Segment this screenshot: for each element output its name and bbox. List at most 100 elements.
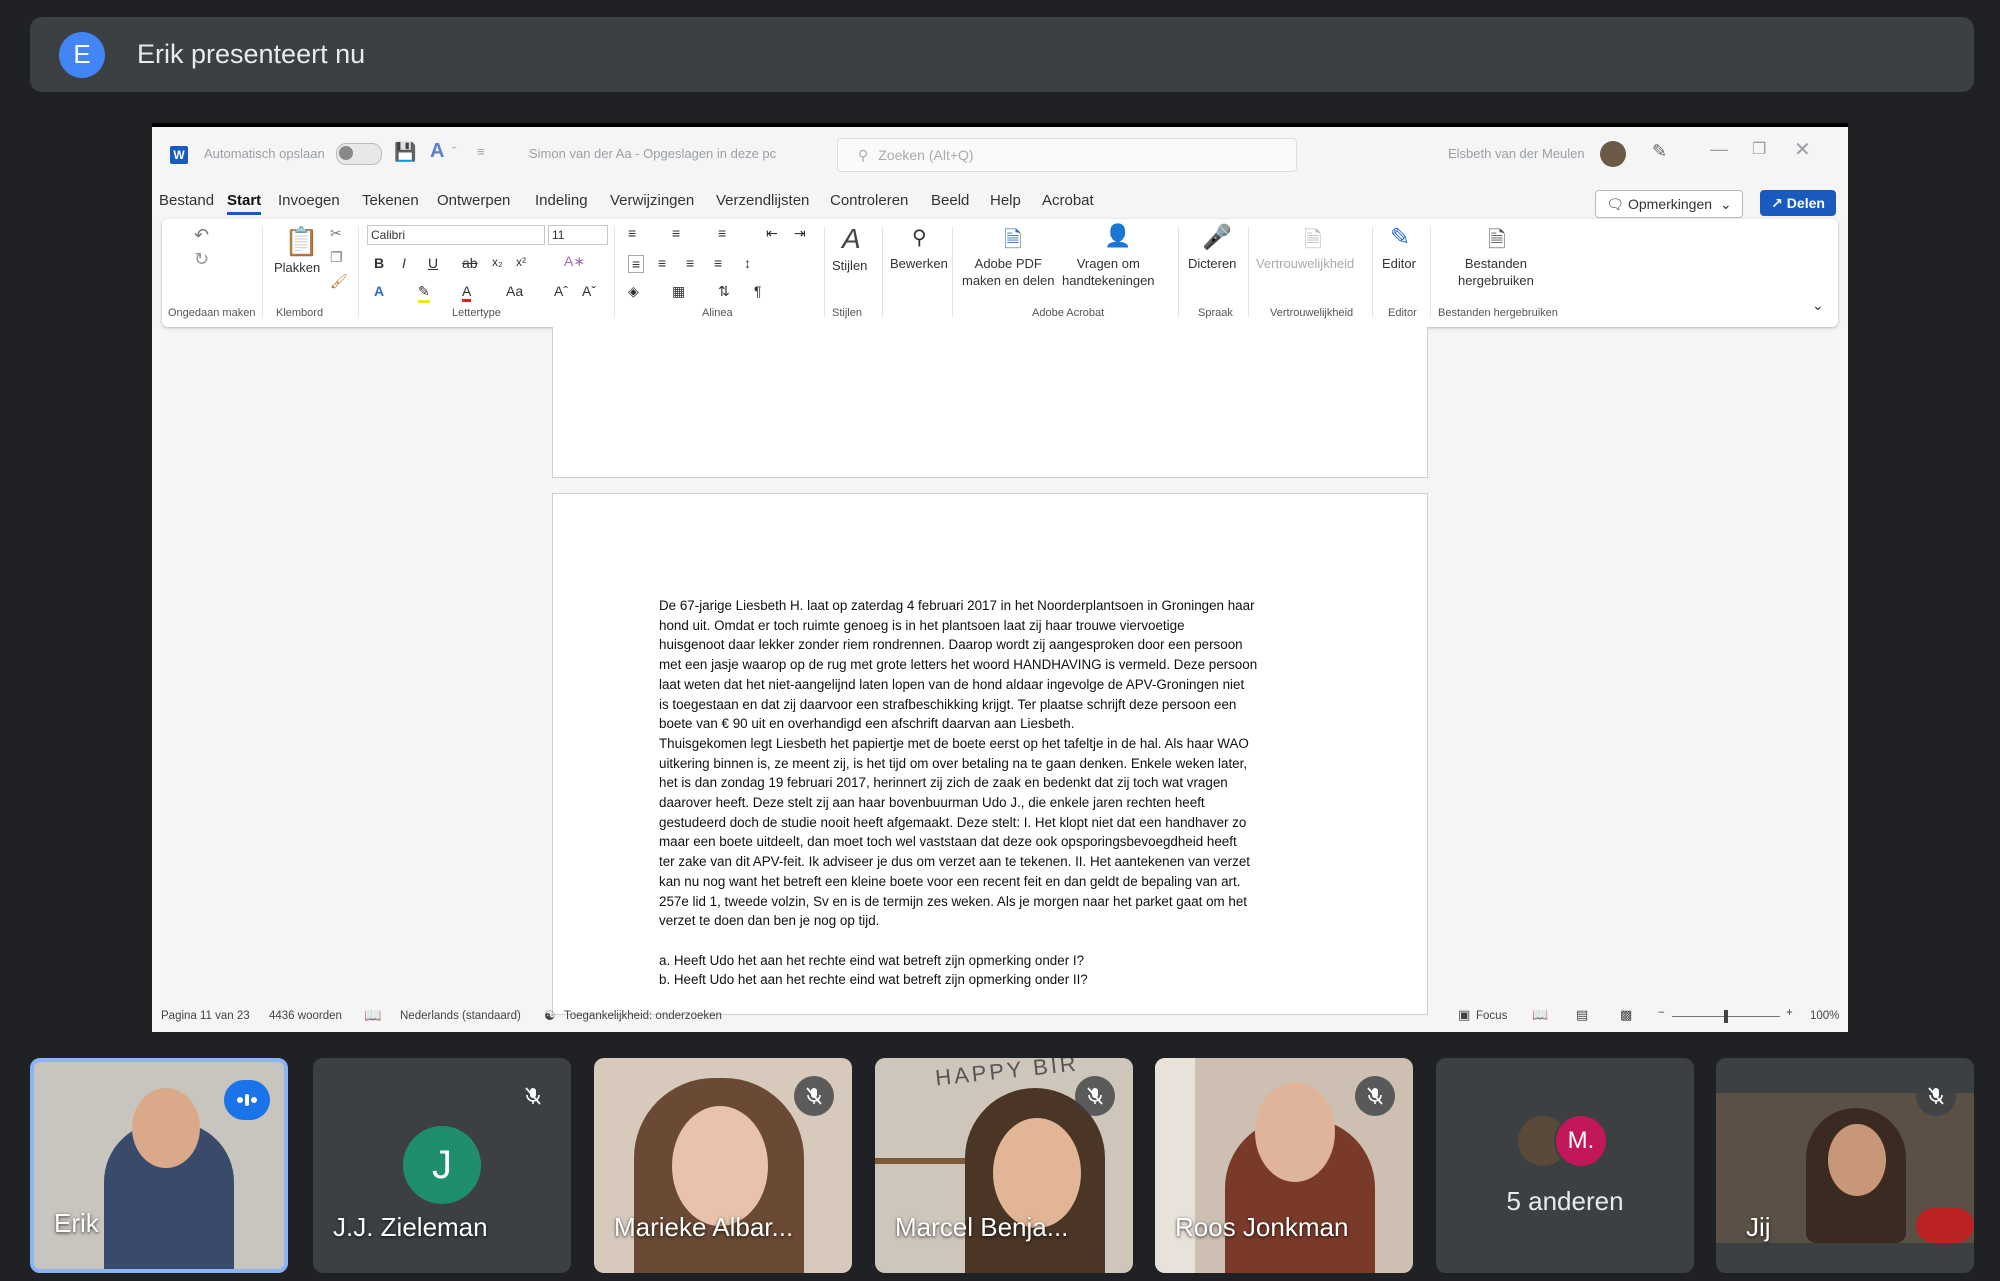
borders-icon[interactable]: ▦ (672, 283, 685, 300)
edit-label[interactable]: Bewerken (890, 255, 948, 272)
accessibility-icon[interactable]: ☯ (544, 1008, 556, 1024)
show-marks-icon[interactable]: ¶ (754, 283, 762, 299)
paste-label[interactable]: Plakken (274, 259, 320, 276)
shading-icon[interactable]: ◈ (628, 283, 639, 300)
text-effects-icon[interactable]: A (374, 283, 384, 299)
cut-icon[interactable]: ✂ (330, 225, 342, 242)
doc-line: kan nu nog want het betreft een kleine b… (659, 873, 1241, 889)
align-center-icon[interactable]: ≡ (658, 255, 666, 271)
autosave-toggle[interactable] (336, 143, 382, 165)
collapse-ribbon-icon[interactable]: ⌄ (1812, 297, 1824, 314)
bold-icon[interactable]: B (374, 255, 384, 271)
strikethrough-icon[interactable]: ab (462, 255, 478, 271)
save-icon[interactable]: 💾 (394, 142, 416, 163)
word-count[interactable]: 4436 woorden (269, 1010, 342, 1022)
tab-verwijzingen[interactable]: Verwijzingen (610, 192, 694, 209)
participant-tile-marieke[interactable]: Marieke Albar... (594, 1058, 852, 1273)
editor-icon[interactable]: ✎ (1390, 223, 1410, 252)
multilevel-list-icon[interactable]: ≡ (718, 225, 726, 241)
dictate-label[interactable]: Dicteren (1188, 255, 1236, 272)
close-icon[interactable]: ✕ (1794, 137, 1811, 162)
user-avatar[interactable] (1600, 141, 1626, 167)
focus-label[interactable]: Focus (1476, 1010, 1507, 1022)
tab-ontwerpen[interactable]: Ontwerpen (437, 192, 510, 209)
participant-tile-marcel[interactable]: HAPPY BIR Marcel Benja... (875, 1058, 1133, 1273)
superscript-icon[interactable]: x² (516, 255, 526, 269)
shrink-font-icon[interactable]: Aˇ (582, 283, 596, 299)
font-size-select[interactable]: 11 (548, 225, 608, 245)
tab-invoegen[interactable]: Invoegen (278, 192, 340, 209)
participant-tile-erik[interactable]: Erik (30, 1058, 288, 1273)
sort-icon[interactable]: ⇅ (718, 283, 730, 300)
clear-formatting-icon[interactable]: A∗ (564, 253, 585, 270)
customize-qat-icon[interactable]: ˇ (452, 144, 456, 159)
tab-acrobat[interactable]: Acrobat (1042, 192, 1094, 209)
focus-icon[interactable]: ▣ (1458, 1007, 1470, 1023)
subscript-icon[interactable]: x₂ (492, 255, 503, 269)
share-button[interactable]: ↗ Delen (1760, 190, 1836, 216)
page-count[interactable]: Pagina 11 van 23 (161, 1010, 250, 1022)
web-layout-icon[interactable]: ▩ (1620, 1007, 1632, 1023)
paste-icon[interactable]: 📋 (284, 225, 319, 258)
pen-icon[interactable]: ✎ (1652, 141, 1667, 162)
proofing-icon[interactable]: 📖 (364, 1007, 381, 1024)
participant-tile-others[interactable]: M. 5 anderen (1436, 1058, 1694, 1273)
participant-tile-zieleman[interactable]: J J.J. Zieleman (313, 1058, 571, 1273)
styles-icon[interactable]: A (842, 223, 861, 255)
tab-beeld[interactable]: Beeld (931, 192, 969, 209)
restore-icon[interactable]: ❐ (1752, 139, 1766, 159)
grow-font-icon[interactable]: Aˆ (554, 283, 568, 299)
font-color-icon[interactable]: A (462, 283, 472, 302)
decrease-indent-icon[interactable]: ⇤ (766, 225, 778, 242)
adobe-pdf-button[interactable]: Adobe PDF maken en delen (962, 255, 1055, 289)
copy-icon[interactable]: ❐ (330, 249, 343, 266)
redo-icon[interactable]: ↻ (194, 249, 209, 270)
tab-controleren[interactable]: Controleren (830, 192, 908, 209)
text-effects-icon[interactable]: A (430, 140, 444, 163)
reuse-files-button[interactable]: Bestanden hergebruiken (1458, 255, 1534, 289)
numbering-icon[interactable]: ≡ (672, 225, 680, 241)
user-name[interactable]: Elsbeth van der Meulen (1448, 146, 1585, 161)
highlight-icon[interactable]: ✎ (418, 283, 430, 303)
tab-bestand[interactable]: Bestand (159, 192, 214, 209)
participant-tile-roos[interactable]: Roos Jonkman (1155, 1058, 1413, 1273)
microphone-icon[interactable]: 🎤 (1202, 223, 1232, 252)
line-spacing-icon[interactable]: ↕ (744, 255, 751, 271)
tab-indeling[interactable]: Indeling (535, 192, 588, 209)
document-title[interactable]: Simon van der Aa - Opgeslagen in deze pc (529, 146, 776, 161)
search-box[interactable]: ⚲ Zoeken (Alt+Q) (837, 138, 1297, 172)
align-right-icon[interactable]: ≡ (686, 255, 694, 271)
tab-tekenen[interactable]: Tekenen (362, 192, 419, 209)
styles-label[interactable]: Stijlen (832, 257, 867, 274)
font-name-select[interactable]: Calibri (367, 225, 545, 245)
accessibility-status[interactable]: Toegankelijkheid: onderzoeken (564, 1010, 722, 1022)
tab-help[interactable]: Help (990, 192, 1021, 209)
find-icon[interactable]: ⚲ (912, 225, 927, 250)
minimize-icon[interactable]: — (1710, 139, 1728, 160)
signatures-button[interactable]: Vragen om handtekeningen (1062, 255, 1155, 289)
change-case-icon[interactable]: Aa (506, 283, 523, 299)
read-mode-icon[interactable]: 📖 (1532, 1007, 1548, 1023)
participant-tile-self[interactable]: Jij (1716, 1058, 1974, 1273)
qat-more-icon[interactable]: ≡ (477, 144, 485, 159)
zoom-slider-thumb[interactable] (1724, 1010, 1728, 1023)
print-layout-icon[interactable]: ▤ (1576, 1007, 1588, 1023)
zoom-level[interactable]: 100% (1810, 1010, 1839, 1022)
tab-start[interactable]: Start (227, 192, 262, 215)
bullets-icon[interactable]: ≡ (628, 225, 636, 241)
increase-indent-icon[interactable]: ⇥ (794, 225, 806, 242)
language[interactable]: Nederlands (standaard) (400, 1010, 521, 1022)
tab-verzendlijsten[interactable]: Verzendlijsten (716, 192, 809, 209)
underline-icon[interactable]: U (428, 255, 438, 271)
comments-button[interactable]: 🗨 Opmerkingen ⌄ (1595, 190, 1743, 218)
editor-label[interactable]: Editor (1382, 255, 1416, 272)
justify-icon[interactable]: ≡ (714, 255, 722, 271)
italic-icon[interactable]: I (402, 255, 406, 271)
undo-icon[interactable]: ↶ (194, 225, 209, 246)
signature-request-icon[interactable]: 👤 (1104, 223, 1131, 249)
align-left-icon[interactable]: ≡ (628, 255, 645, 273)
document-page[interactable]: De 67-jarige Liesbeth H. laat op zaterda… (552, 493, 1428, 1015)
format-painter-icon[interactable]: 🖌 (330, 273, 348, 290)
zoom-out-icon[interactable]: − (1658, 1007, 1665, 1019)
zoom-in-icon[interactable]: + (1786, 1007, 1793, 1019)
